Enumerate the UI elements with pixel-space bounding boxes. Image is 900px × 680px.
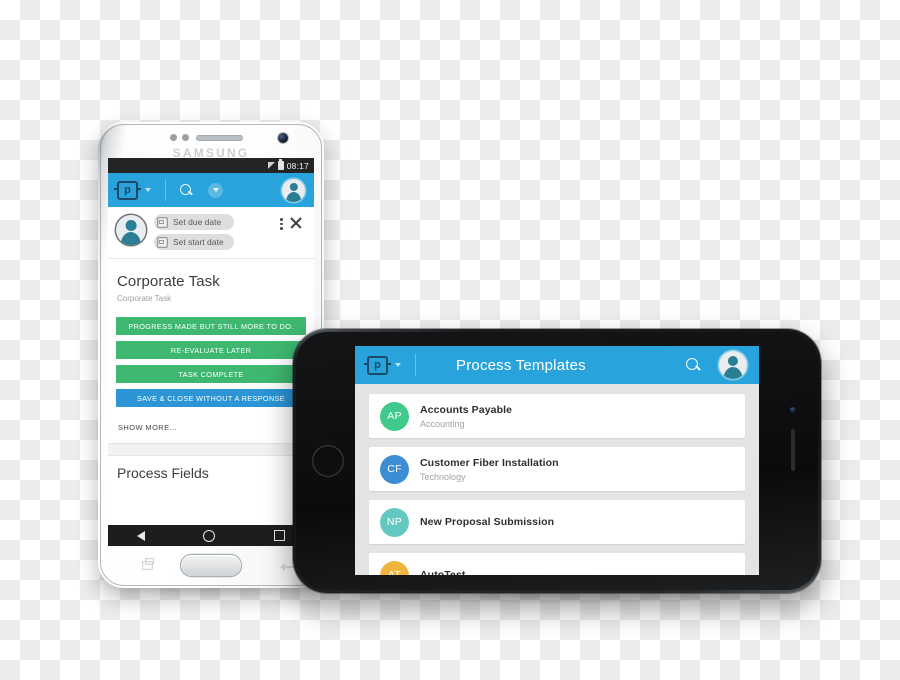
task-subtitle: Corporate Task xyxy=(117,294,172,303)
avatar: AT xyxy=(380,560,409,575)
template-category: Accounting xyxy=(420,418,465,429)
samsung-bottom-hardware xyxy=(98,546,324,588)
calendar-icon xyxy=(157,216,168,228)
front-camera-icon xyxy=(278,133,288,143)
capacitive-back-key[interactable] xyxy=(280,563,294,571)
page-title: Corporate Task xyxy=(117,273,220,290)
kebab-menu-icon[interactable] xyxy=(275,218,288,230)
list-item-text: Accounts Payable Accounting xyxy=(420,404,512,429)
user-avatar-icon[interactable] xyxy=(719,351,747,379)
search-icon[interactable] xyxy=(686,357,701,373)
app-bar-divider xyxy=(415,354,416,376)
process-logo-icon[interactable]: p xyxy=(114,180,141,200)
capacitive-recents-key[interactable] xyxy=(142,561,153,570)
status-bar-time: 08:17 xyxy=(286,160,309,171)
light-sensor-icon xyxy=(182,134,189,141)
rear-camera-icon xyxy=(790,407,796,413)
set-start-date-pill[interactable]: Set start date xyxy=(154,234,234,250)
avatar: AP xyxy=(380,401,409,431)
list-item[interactable]: AT AutoTest xyxy=(369,553,745,575)
nav-back-icon[interactable] xyxy=(137,530,146,541)
search-icon[interactable] xyxy=(180,183,193,197)
avatar: NP xyxy=(380,507,409,537)
home-button[interactable] xyxy=(312,445,344,477)
list-item-text: Customer Fiber Installation Technology xyxy=(420,457,559,482)
process-fields-heading: Process Fields xyxy=(108,456,314,481)
earpiece-speaker-icon xyxy=(196,135,243,141)
calendar-icon xyxy=(157,236,168,248)
show-more-link[interactable]: SHOW MORE... xyxy=(108,413,314,444)
action-progress-made-button[interactable]: PROGRESS MADE BUT STILL MORE TO DO. xyxy=(116,317,306,335)
action-re-evaluate-later-button[interactable]: RE-EVALUATE LATER xyxy=(116,341,306,359)
process-templates-list: AP Accounts Payable Accounting CF Custom… xyxy=(355,384,759,575)
assignment-bar: Set due date Set start date xyxy=(108,207,314,259)
close-icon[interactable] xyxy=(288,215,304,231)
list-item[interactable]: AP Accounts Payable Accounting xyxy=(369,394,745,438)
samsung-screen: 08:17 p Set due date Set start date Corp… xyxy=(108,158,314,546)
chevron-down-icon[interactable] xyxy=(145,188,151,192)
scene: SAMSUNG 08:17 p Set due date Set start d… xyxy=(0,0,900,680)
user-avatar-icon[interactable] xyxy=(282,178,305,202)
speaker-slot xyxy=(791,429,795,471)
app-bar-divider xyxy=(165,179,166,201)
list-item[interactable]: NP New Proposal Submission xyxy=(369,500,745,544)
set-due-date-label: Set due date xyxy=(173,217,222,227)
set-start-date-label: Set start date xyxy=(173,237,224,247)
set-due-date-pill[interactable]: Set due date xyxy=(154,214,234,230)
android-status-bar: 08:17 xyxy=(108,158,314,173)
template-name: Accounts Payable xyxy=(420,403,513,416)
samsung-app-bar: p xyxy=(108,173,314,207)
section-spacer xyxy=(108,444,314,456)
avatar: CF xyxy=(380,454,409,484)
iphone-screen: p Process Templates AP Accounts Payable … xyxy=(355,346,759,575)
action-task-complete-button[interactable]: TASK COMPLETE xyxy=(116,365,306,383)
nav-home-icon[interactable] xyxy=(203,529,216,542)
samsung-phone: SAMSUNG 08:17 p Set due date Set start d… xyxy=(98,122,324,588)
battery-icon xyxy=(277,159,284,170)
filter-dropdown-icon[interactable] xyxy=(208,182,223,198)
template-name: New Proposal Submission xyxy=(420,516,555,528)
template-name: AutoTest xyxy=(420,569,466,575)
task-header: Corporate Task Corporate Task xyxy=(108,259,314,313)
task-action-buttons: PROGRESS MADE BUT STILL MORE TO DO. RE-E… xyxy=(108,313,314,407)
template-name: Customer Fiber Installation xyxy=(420,456,559,469)
assignee-avatar-icon[interactable] xyxy=(116,215,146,245)
iphone-device: p Process Templates AP Accounts Payable … xyxy=(293,329,821,593)
list-item-text: New Proposal Submission xyxy=(420,516,554,528)
list-item-text: AutoTest xyxy=(420,569,466,575)
signal-icon xyxy=(267,162,275,169)
nav-recents-icon[interactable] xyxy=(273,530,285,541)
list-item[interactable]: CF Customer Fiber Installation Technolog… xyxy=(369,447,745,491)
iphone-app-bar: p Process Templates xyxy=(355,346,759,384)
action-save-and-close-button[interactable]: SAVE & CLOSE WITHOUT A RESPONSE xyxy=(116,389,306,407)
template-category: Technology xyxy=(420,471,466,482)
android-nav-bar xyxy=(108,525,314,546)
home-button[interactable] xyxy=(181,555,241,576)
process-logo-icon[interactable]: p xyxy=(364,355,391,375)
chevron-down-icon[interactable] xyxy=(395,363,401,367)
proximity-sensors-icon xyxy=(170,134,177,141)
page-title: Process Templates xyxy=(456,356,586,374)
date-pills: Set due date Set start date xyxy=(154,214,234,250)
